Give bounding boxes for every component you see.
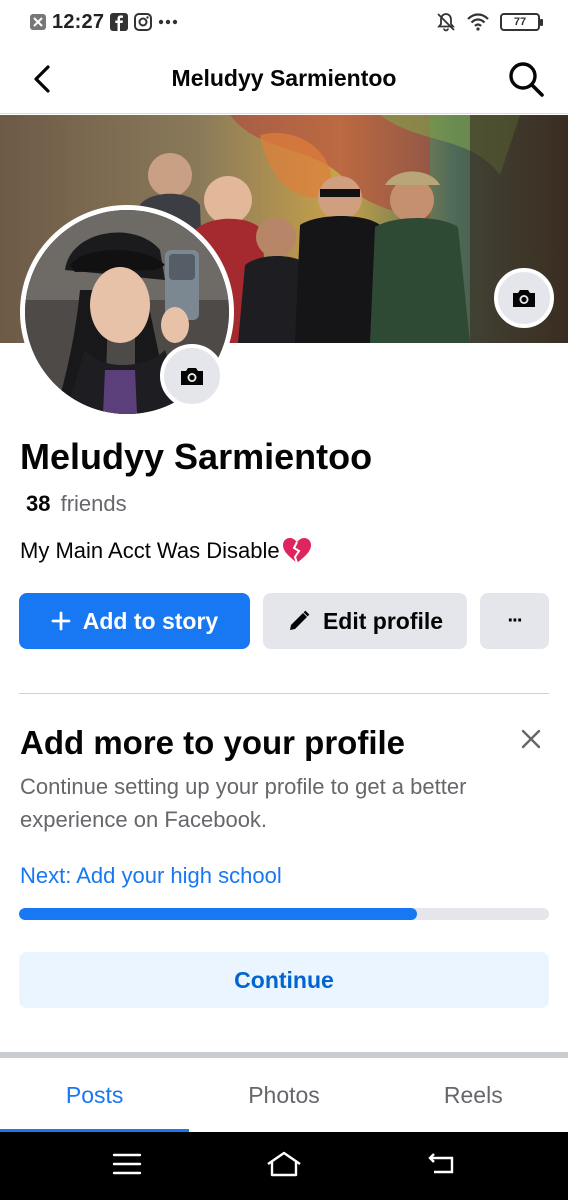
app-icon bbox=[30, 13, 46, 31]
menu-nav-button[interactable] bbox=[112, 1152, 142, 1181]
plus-icon bbox=[51, 611, 71, 631]
tab-photos[interactable]: Photos bbox=[189, 1058, 378, 1132]
next-step-link[interactable]: Next: Add your high school bbox=[20, 863, 282, 889]
tab-posts[interactable]: Posts bbox=[0, 1058, 190, 1132]
back-arrow-icon bbox=[428, 1152, 454, 1173]
camera-icon bbox=[513, 290, 535, 307]
back-nav-button[interactable] bbox=[426, 1152, 456, 1181]
edit-profile-picture-button[interactable] bbox=[160, 344, 224, 408]
continue-button[interactable]: Continue bbox=[19, 952, 549, 1008]
friends-count[interactable]: 38 friends bbox=[26, 491, 127, 517]
header-title: Meludyy Sarmientoo bbox=[171, 65, 397, 91]
continue-label: Continue bbox=[234, 966, 334, 993]
edit-profile-button[interactable]: Edit profile bbox=[263, 593, 467, 649]
add-to-story-label: Add to story bbox=[82, 607, 219, 634]
profile-bio: My Main Acct Was Disable 💔 bbox=[20, 537, 312, 565]
instagram-icon bbox=[134, 13, 153, 31]
section-divider bbox=[19, 693, 549, 694]
tab-photos-label: Photos bbox=[248, 1081, 320, 1108]
profile-name: Meludyy Sarmientoo bbox=[20, 436, 373, 477]
status-left: 12:27 bbox=[30, 11, 178, 34]
back-button[interactable] bbox=[20, 57, 64, 101]
close-icon bbox=[521, 729, 541, 749]
wifi-icon bbox=[466, 13, 490, 31]
card-title: Add more to your profile bbox=[20, 724, 406, 761]
battery-icon: 77 bbox=[500, 13, 543, 31]
battery-level: 77 bbox=[513, 16, 527, 28]
tab-reels[interactable]: Reels bbox=[379, 1058, 568, 1132]
card-description: Continue setting up your profile to get … bbox=[20, 774, 467, 832]
broken-heart-icon bbox=[282, 538, 311, 564]
chevron-left-icon bbox=[34, 64, 50, 93]
pencil-icon bbox=[289, 610, 310, 630]
edit-cover-photo-button[interactable] bbox=[494, 268, 554, 328]
header: Meludyy Sarmientoo bbox=[0, 44, 568, 114]
friends-number: 38 bbox=[26, 491, 51, 516]
status-right: 77 bbox=[436, 12, 543, 32]
facebook-icon bbox=[110, 13, 129, 31]
tab-reels-label: Reels bbox=[443, 1081, 503, 1108]
camera-icon bbox=[181, 368, 203, 385]
menu-icon bbox=[112, 1153, 141, 1174]
more-options-button[interactable]: ··· bbox=[480, 593, 549, 649]
search-button[interactable] bbox=[504, 57, 548, 101]
bio-text: My Main Acct Was Disable bbox=[20, 538, 280, 563]
progress-fill bbox=[19, 908, 417, 920]
profile-progress-bar bbox=[19, 908, 549, 920]
more-dots-icon bbox=[158, 19, 178, 25]
close-card-button[interactable] bbox=[514, 722, 548, 756]
bell-muted-icon bbox=[436, 12, 456, 32]
home-icon bbox=[267, 1151, 301, 1176]
system-navigation-bar bbox=[0, 1132, 568, 1200]
more-dots-icon: ··· bbox=[507, 609, 524, 632]
search-icon bbox=[509, 61, 544, 97]
tab-posts-label: Posts bbox=[65, 1081, 124, 1108]
friends-label: friends bbox=[60, 491, 127, 516]
edit-profile-label: Edit profile bbox=[322, 607, 444, 634]
status-time: 12:27 bbox=[52, 10, 105, 33]
home-nav-button[interactable] bbox=[265, 1150, 303, 1183]
profile-tabs: Posts Photos Reels bbox=[0, 1058, 568, 1132]
add-to-story-button[interactable]: Add to story bbox=[19, 593, 250, 649]
status-bar: 12:27 77 bbox=[0, 0, 568, 44]
